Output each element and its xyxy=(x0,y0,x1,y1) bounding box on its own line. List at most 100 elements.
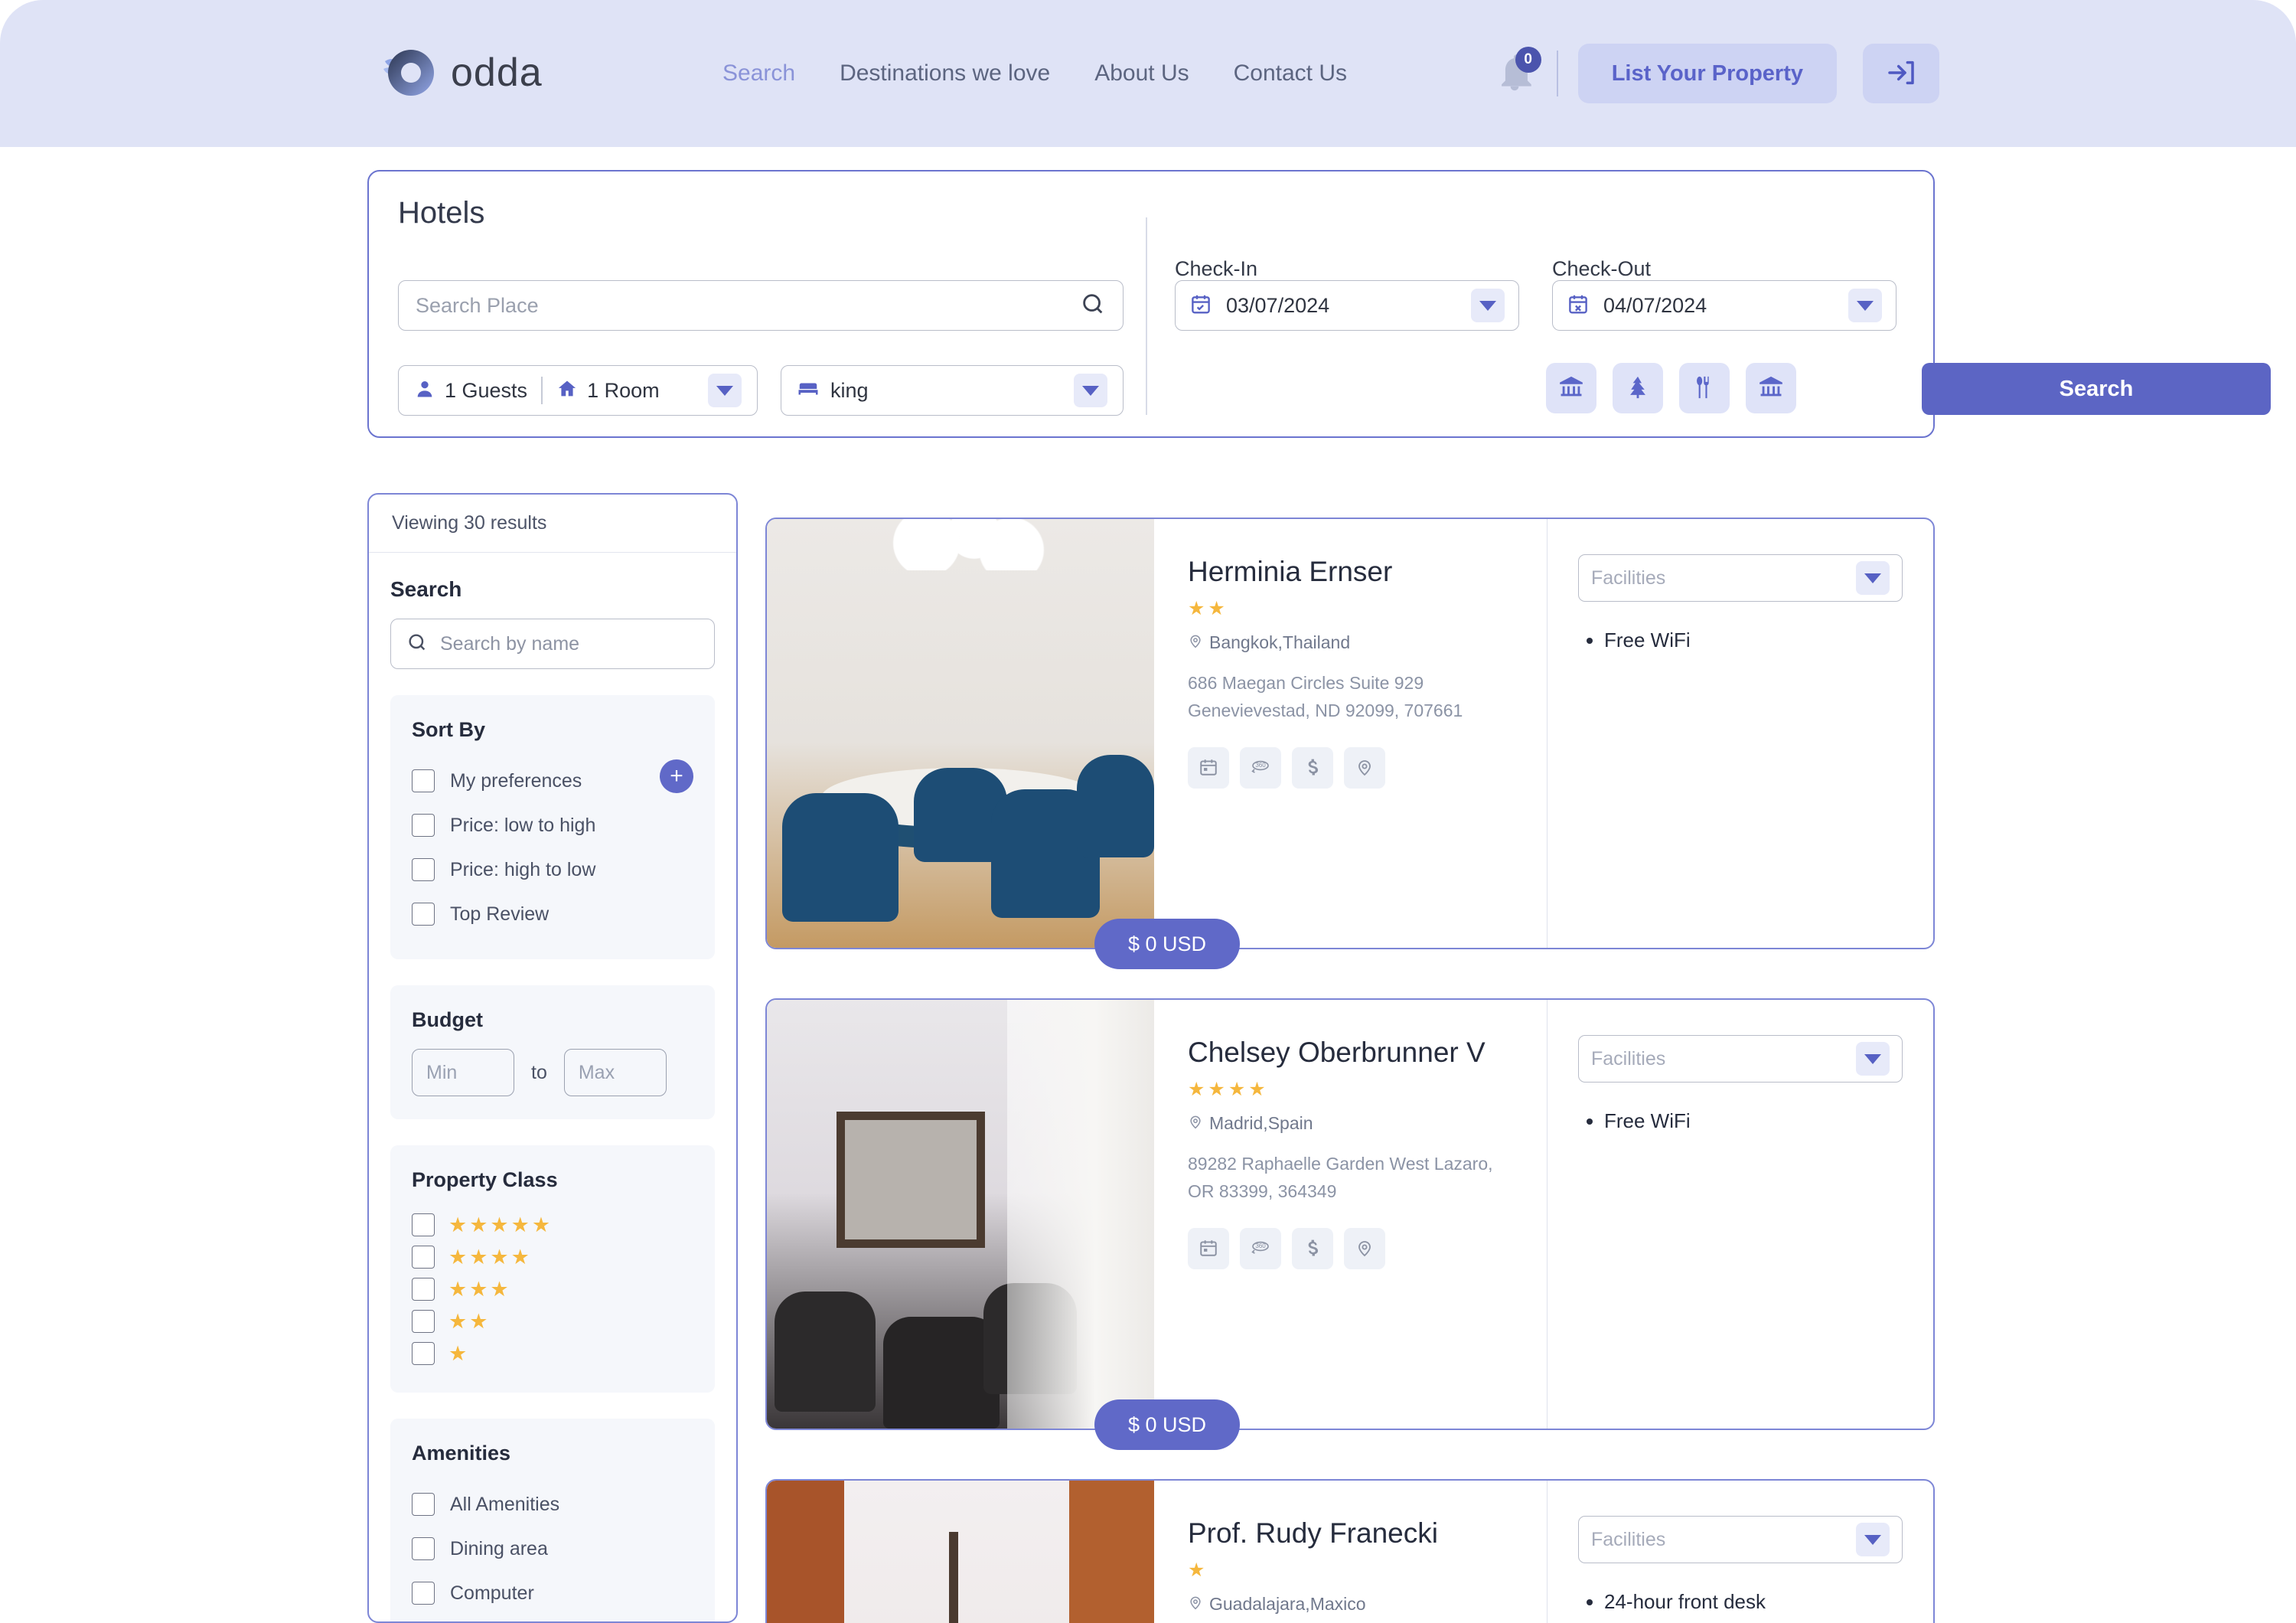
site-header: odda Search Destinations we love About U… xyxy=(0,0,2296,147)
filter-search-input[interactable]: Search by name xyxy=(390,619,715,669)
view-360-button[interactable]: 360 xyxy=(1240,747,1281,789)
hotel-result-card[interactable]: Chelsey Oberbrunner V ★★★★ Madrid,Spain … xyxy=(765,998,1935,1430)
hotel-city: Guadalajara,Maxico xyxy=(1188,1594,1513,1615)
facility-item: Free WiFi xyxy=(1604,1102,1903,1140)
sort-option-top-review[interactable]: Top Review xyxy=(412,892,693,936)
nav-item-search[interactable]: Search xyxy=(722,60,795,87)
hotel-city-label: Madrid,Spain xyxy=(1209,1113,1313,1134)
amenity-computer[interactable]: Computer xyxy=(412,1571,693,1615)
map-location-button[interactable] xyxy=(1344,1228,1385,1269)
checkbox[interactable] xyxy=(412,903,435,926)
chevron-down-icon[interactable] xyxy=(1074,374,1107,407)
hotel-name: Chelsey Oberbrunner V xyxy=(1188,1037,1513,1069)
checkbox[interactable] xyxy=(412,1582,435,1605)
room-type-select[interactable]: king xyxy=(781,365,1124,416)
checkbox[interactable] xyxy=(412,1213,435,1236)
calendar-icon-button[interactable] xyxy=(1188,747,1229,789)
photo-wood-hallway-lantern xyxy=(767,1481,1154,1623)
checkbox[interactable] xyxy=(412,769,435,792)
hotel-result-card[interactable]: Prof. Rudy Franecki ★ Guadalajara,Maxico… xyxy=(765,1479,1935,1623)
facilities-select[interactable]: Facilities xyxy=(1578,1516,1903,1563)
sort-option-price-low-high[interactable]: Price: low to high xyxy=(412,803,693,847)
checkin-label: Check-In xyxy=(1175,257,1257,281)
amenity-dining-area[interactable]: Dining area xyxy=(412,1527,693,1571)
chevron-down-icon[interactable] xyxy=(1856,1523,1890,1556)
header-actions: 0 List Your Property xyxy=(1492,0,1939,147)
property-class-5[interactable]: ★★★★★ xyxy=(412,1209,693,1241)
category-restaurant-button[interactable] xyxy=(1679,363,1730,413)
amenity-all[interactable]: All Amenities xyxy=(412,1482,693,1527)
hotel-facilities-panel: Facilities 24-hour front desk xyxy=(1548,1481,1933,1623)
checkbox[interactable] xyxy=(412,1342,435,1365)
checkin-date-picker[interactable]: 03/07/2024 xyxy=(1175,280,1519,331)
price-icon xyxy=(1303,757,1322,779)
facilities-select[interactable]: Facilities xyxy=(1578,554,1903,602)
sort-option-price-high-low[interactable]: Price: high to low xyxy=(412,847,693,892)
chevron-down-icon[interactable] xyxy=(1856,561,1890,595)
add-preference-button[interactable]: + xyxy=(660,759,693,793)
facilities-placeholder: Facilities xyxy=(1591,1529,1665,1551)
search-place-input[interactable]: Search Place xyxy=(398,280,1124,331)
amenity-label: All Amenities xyxy=(450,1494,559,1516)
map-location-button[interactable] xyxy=(1344,747,1385,789)
amenities-title: Amenities xyxy=(412,1442,693,1465)
chevron-down-icon[interactable] xyxy=(708,374,742,407)
list-your-property-button[interactable]: List Your Property xyxy=(1578,44,1837,103)
hotel-photo xyxy=(767,1000,1154,1429)
star-rating-icons: ★★ xyxy=(448,1310,490,1334)
nav-item-about[interactable]: About Us xyxy=(1094,60,1189,87)
checkbox[interactable] xyxy=(412,1537,435,1560)
category-museum-button[interactable] xyxy=(1546,363,1596,413)
nav-item-contact[interactable]: Contact Us xyxy=(1234,60,1347,87)
checkin-value: 03/07/2024 xyxy=(1226,294,1329,318)
checkbox[interactable] xyxy=(412,814,435,837)
svg-text:360: 360 xyxy=(1255,1243,1266,1249)
budget-min-input[interactable] xyxy=(412,1049,514,1096)
header-divider xyxy=(1557,51,1558,96)
checkbox[interactable] xyxy=(412,858,435,881)
chevron-down-icon[interactable] xyxy=(1848,289,1882,322)
photo-dining-room-blue-chairs xyxy=(767,519,1154,948)
tree-icon xyxy=(1625,374,1651,403)
checkbox[interactable] xyxy=(412,1493,435,1516)
category-park-button[interactable] xyxy=(1613,363,1663,413)
property-class-4[interactable]: ★★★★ xyxy=(412,1241,693,1273)
price-button[interactable] xyxy=(1292,1228,1333,1269)
star-rating-icons: ★ xyxy=(448,1342,469,1366)
calendar-icon-button[interactable] xyxy=(1188,1228,1229,1269)
price-badge: $ 0 USD xyxy=(1094,1399,1240,1450)
calendar-check-icon xyxy=(1189,292,1212,319)
notifications-button[interactable]: 0 xyxy=(1492,50,1540,97)
sort-option-my-preferences[interactable]: My preferences xyxy=(412,759,693,803)
nav-item-destinations[interactable]: Destinations we love xyxy=(840,60,1050,87)
chevron-down-icon[interactable] xyxy=(1856,1042,1890,1076)
guests-rooms-select[interactable]: 1 Guests 1 Room xyxy=(398,365,758,416)
property-class-1[interactable]: ★ xyxy=(412,1337,693,1370)
hotel-result-card[interactable]: Herminia Ernser ★★ Bangkok,Thailand 686 … xyxy=(765,518,1935,949)
sort-option-label: Price: low to high xyxy=(450,815,595,837)
view-360-button[interactable]: 360 xyxy=(1240,1228,1281,1269)
brand-logo[interactable]: odda xyxy=(379,43,543,103)
checkout-date-picker[interactable]: 04/07/2024 xyxy=(1552,280,1896,331)
price-button[interactable] xyxy=(1292,747,1333,789)
property-class-group: Property Class ★★★★★ ★★★★ ★★★ ★★ xyxy=(390,1145,715,1393)
budget-max-input[interactable] xyxy=(564,1049,667,1096)
hotel-city: Bangkok,Thailand xyxy=(1188,632,1513,653)
checkbox[interactable] xyxy=(412,1278,435,1301)
checkbox[interactable] xyxy=(412,1310,435,1333)
property-class-3[interactable]: ★★★ xyxy=(412,1273,693,1305)
hotel-search-panel: Hotels Search Place 1 Guests xyxy=(367,170,1935,438)
chevron-down-icon[interactable] xyxy=(1471,289,1505,322)
login-button[interactable] xyxy=(1863,44,1939,103)
category-landmark-button[interactable] xyxy=(1746,363,1796,413)
map-pin-icon xyxy=(1355,758,1374,779)
sort-by-group: Sort By + My preferences Price: low to h… xyxy=(390,695,715,959)
amenities-group: Amenities All Amenities Dining area Comp… xyxy=(390,1419,715,1623)
search-submit-button[interactable]: Search xyxy=(1922,363,2271,415)
amenity-label: Dining area xyxy=(450,1538,548,1560)
map-pin-icon xyxy=(1188,1594,1203,1615)
hotel-name: Prof. Rudy Franecki xyxy=(1188,1517,1513,1550)
facilities-select[interactable]: Facilities xyxy=(1578,1035,1903,1083)
checkbox[interactable] xyxy=(412,1246,435,1269)
property-class-2[interactable]: ★★ xyxy=(412,1305,693,1337)
